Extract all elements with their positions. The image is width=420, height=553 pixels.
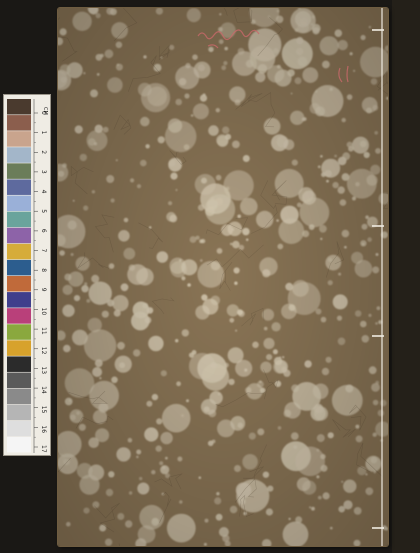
color-patch bbox=[7, 276, 31, 292]
ruler-number: 3 bbox=[40, 170, 47, 174]
ruler-number: 2 bbox=[40, 150, 47, 154]
marbled-paper-pattern bbox=[58, 8, 388, 546]
ruler-number: 16 bbox=[40, 425, 47, 433]
ruler-number: 6 bbox=[40, 229, 47, 233]
stitched-binding bbox=[372, 8, 384, 546]
ruler-number: 11 bbox=[40, 327, 47, 335]
photo-scene: CM 0 1 2 3 4 5 6 7 8 9 10 11 12 13 14 15 16 17 bbox=[0, 0, 420, 553]
color-patch bbox=[7, 131, 31, 147]
ruler-number: 8 bbox=[40, 268, 47, 272]
color-patch bbox=[7, 436, 31, 453]
color-checker-chart: CM01234567891011121314151617 bbox=[7, 99, 48, 453]
color-patch bbox=[7, 179, 31, 195]
ruler-number: 13 bbox=[40, 366, 47, 374]
color-patch bbox=[7, 308, 31, 324]
color-patch bbox=[7, 356, 31, 372]
ruler-number: 14 bbox=[40, 386, 47, 394]
ruler-number: 15 bbox=[40, 406, 47, 414]
color-patch bbox=[7, 372, 31, 389]
color-reference-card: CM 0 1 2 3 4 5 6 7 8 9 10 11 12 13 14 15 16 17 bbox=[3, 94, 51, 456]
color-patch bbox=[7, 292, 31, 308]
color-patch bbox=[7, 211, 31, 228]
color-patch bbox=[7, 195, 31, 212]
ruler-number: 0 bbox=[40, 111, 47, 115]
color-patch bbox=[7, 259, 31, 276]
ruler-number: 7 bbox=[40, 249, 47, 253]
color-patch bbox=[7, 388, 31, 405]
color-patch bbox=[7, 147, 31, 163]
color-patch bbox=[7, 340, 31, 356]
color-patch bbox=[7, 243, 31, 260]
ruler-number: 1 bbox=[40, 131, 47, 135]
color-patch bbox=[7, 163, 31, 179]
ruler-number: 17 bbox=[40, 445, 47, 453]
ruler-number: 9 bbox=[40, 288, 47, 292]
color-patch bbox=[7, 420, 31, 437]
color-patch bbox=[7, 99, 31, 115]
ruler-number: 5 bbox=[40, 209, 47, 213]
ruler-number: 10 bbox=[40, 308, 47, 316]
book-cover bbox=[58, 8, 388, 546]
ruler-number: 12 bbox=[40, 347, 47, 355]
color-patch bbox=[7, 404, 31, 421]
color-patch bbox=[7, 115, 31, 131]
color-patch bbox=[7, 227, 31, 244]
ruler-number: 4 bbox=[40, 190, 47, 194]
color-patch bbox=[7, 324, 31, 340]
